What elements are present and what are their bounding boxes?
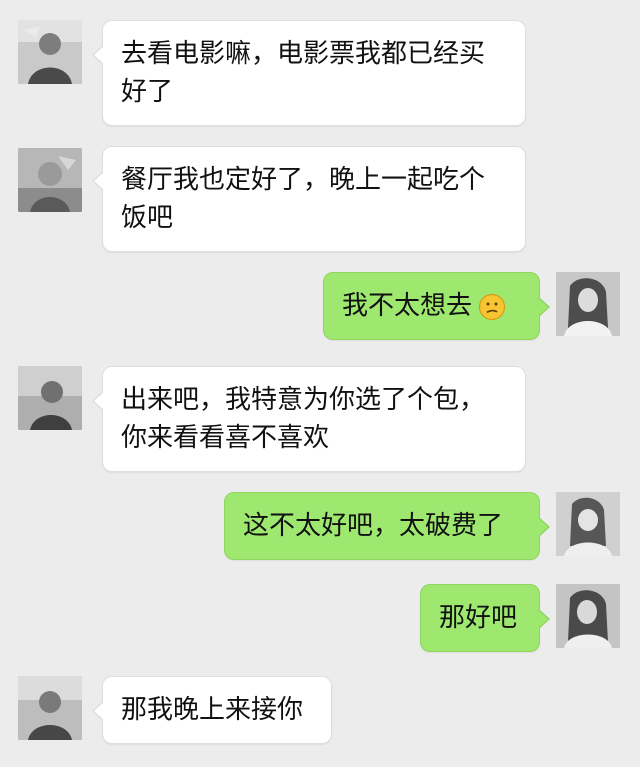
avatar-image — [18, 676, 82, 740]
avatar-image — [18, 366, 82, 430]
message-bubble-incoming[interactable]: 去看电影嘛，电影票我都已经买好了 — [92, 20, 526, 126]
avatar-image — [556, 492, 620, 556]
message-bubble-outgoing[interactable]: 我不太想去 — [323, 272, 550, 340]
avatar-image — [18, 20, 82, 84]
message-bubble-outgoing[interactable]: 那好吧 — [420, 584, 550, 652]
message-bubble-incoming[interactable]: 出来吧，我特意为你选了个包，你来看看喜不喜欢 — [92, 366, 526, 472]
message-text: 我不太想去 — [342, 291, 473, 321]
avatar-image — [556, 584, 620, 648]
avatar-image — [18, 148, 82, 212]
my-avatar[interactable] — [556, 492, 620, 556]
contact-avatar[interactable] — [18, 148, 82, 212]
contact-avatar[interactable] — [18, 20, 82, 84]
my-avatar[interactable] — [556, 272, 620, 336]
message-bubble-incoming[interactable]: 餐厅我也定好了，晚上一起吃个饭吧 — [92, 146, 526, 252]
avatar-image — [556, 272, 620, 336]
confused-face-icon — [478, 293, 506, 321]
message-text: 这不太好吧，太破费了 — [243, 511, 504, 541]
chat-thread: 去看电影嘛，电影票我都已经买好了 餐厅我也定好了，晚上一起吃个饭吧 我不太想去 — [0, 0, 640, 767]
message-bubble-incoming[interactable]: 那我晚上来接你 — [92, 676, 332, 744]
message-text: 餐厅我也定好了，晚上一起吃个饭吧 — [121, 165, 486, 233]
message-bubble-outgoing[interactable]: 这不太好吧，太破费了 — [224, 492, 550, 560]
message-text: 那好吧 — [439, 603, 518, 633]
message-text: 去看电影嘛，电影票我都已经买好了 — [121, 39, 486, 107]
contact-avatar[interactable] — [18, 366, 82, 430]
message-text: 出来吧，我特意为你选了个包，你来看看喜不喜欢 — [121, 385, 486, 453]
contact-avatar[interactable] — [18, 676, 82, 740]
message-text: 那我晚上来接你 — [121, 695, 304, 725]
my-avatar[interactable] — [556, 584, 620, 648]
